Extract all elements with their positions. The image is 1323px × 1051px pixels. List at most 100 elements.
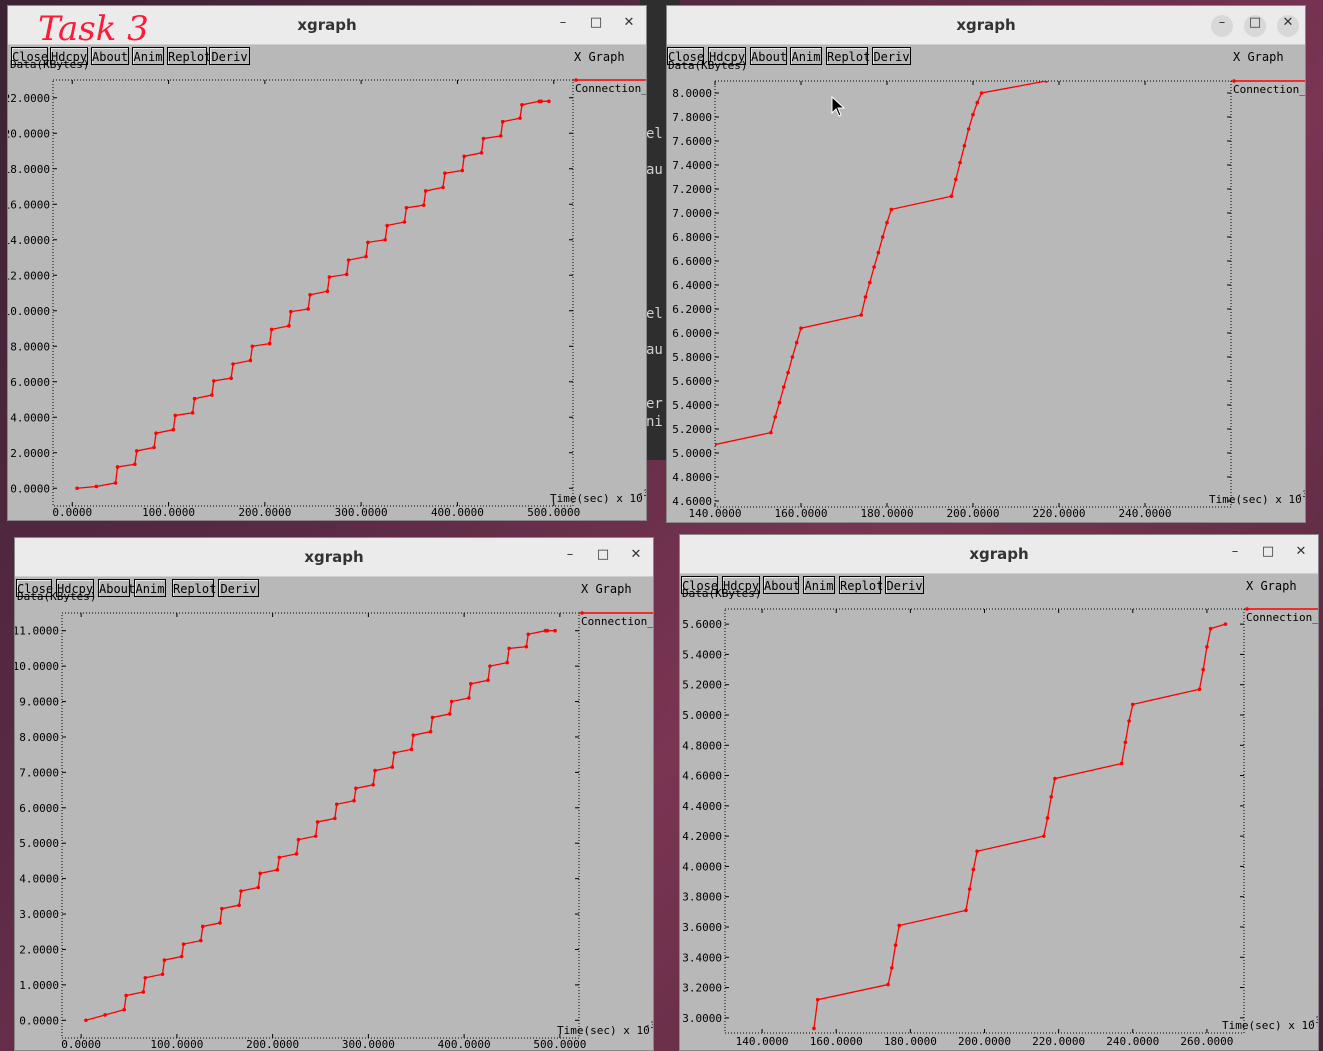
y-tick-label: 7.6000 <box>672 135 712 148</box>
data-point <box>248 358 253 363</box>
y-tick-label: 6.0000 <box>672 327 712 340</box>
data-point <box>402 220 407 224</box>
y-tick-label: 2.0000 <box>10 447 50 460</box>
xgraph-window-3[interactable]: xgraph – □ ✕ Close Hdcpy About Anim Replot Deriv X… <box>14 537 654 1051</box>
data-point <box>1044 81 1048 83</box>
data-point <box>479 150 484 155</box>
data-point <box>179 954 184 959</box>
x-tick-label: 180.0000 <box>884 1035 937 1048</box>
data-point <box>192 396 197 401</box>
data-point <box>954 177 958 182</box>
data-point <box>1208 626 1213 631</box>
data-point <box>352 798 356 803</box>
y-tick-label: 6.2000 <box>672 303 712 316</box>
data-point <box>524 644 529 649</box>
x-tick-label: 500.0000 <box>527 506 580 519</box>
data-point <box>190 411 195 415</box>
y-tick-label: 7.0000 <box>19 766 59 779</box>
data-point <box>411 733 416 737</box>
data-point <box>1223 622 1228 626</box>
data-point <box>239 889 243 893</box>
data-point <box>152 445 156 450</box>
data-point <box>220 906 224 911</box>
data-point <box>289 309 293 314</box>
data-point <box>859 313 863 317</box>
data-point <box>790 355 795 359</box>
x-tick-label: 240.0000 <box>1106 1035 1159 1048</box>
y-tick-label: 0.0000 <box>10 482 50 495</box>
data-point <box>210 393 214 397</box>
data-point <box>173 413 178 418</box>
y-tick-label: 5.2000 <box>682 679 722 692</box>
data-point <box>296 837 301 842</box>
y-axis-label: Data(KBytes) <box>668 59 747 72</box>
data-point <box>1053 776 1057 781</box>
data-point <box>447 712 452 716</box>
y-tick-label: 6.8000 <box>672 231 712 244</box>
y-tick-label: 4.2000 <box>682 830 722 843</box>
y-tick-label: 5.4000 <box>682 648 722 661</box>
x-tick-label: 300.0000 <box>342 1038 395 1051</box>
data-point <box>769 430 773 435</box>
data-point <box>404 206 409 210</box>
data-point <box>486 678 490 683</box>
xgraph-window-2[interactable]: xgraph – □ ✕ Close Hdcpy About Anim Replot Deriv X… <box>666 5 1306 523</box>
y-tick-label: 3.8000 <box>682 891 722 904</box>
series-line <box>85 630 556 1021</box>
data-point <box>218 921 222 925</box>
y-axis-label: Data(KBytes) <box>682 587 761 600</box>
x-axis-label-exponent: -3 <box>638 489 647 499</box>
xgraph-window-1[interactable]: xgraph – □ ✕ Close Hdcpy About Anim Replot Deriv X… <box>7 5 647 521</box>
y-tick-label: 3.0000 <box>19 908 59 921</box>
data-point <box>872 265 876 269</box>
data-point <box>1197 687 1202 692</box>
series-connection-1 <box>715 81 1048 447</box>
y-tick-label: 0.0000 <box>19 1014 59 1027</box>
xgraph-window-4[interactable]: xgraph – □ ✕ Close Hdcpy About Anim Replot Deriv X… <box>679 534 1319 1051</box>
data-point <box>313 834 318 838</box>
data-point <box>505 660 509 665</box>
data-point <box>786 370 790 375</box>
data-point <box>462 154 466 159</box>
data-point <box>553 628 557 633</box>
terminal-fragment: el <box>646 306 663 322</box>
x-tick-label: 0.0000 <box>52 506 92 519</box>
series-line <box>77 100 549 489</box>
data-point <box>334 802 339 807</box>
y-tick-label: 6.6000 <box>672 255 712 268</box>
graph-canvas: X Graph Data(KBytes) Connection_1 8.0000 7.8… <box>668 50 1305 520</box>
series-line <box>715 81 1047 446</box>
y-tick-label: 5.0000 <box>19 837 59 850</box>
x-tick-label: 200.0000 <box>958 1035 1011 1048</box>
data-point <box>200 924 205 929</box>
data-point <box>392 751 397 755</box>
y-tick-label: 14.0000 <box>8 234 50 247</box>
y-tick-label: 4.0000 <box>682 860 722 873</box>
data-point <box>1130 702 1135 707</box>
data-point <box>306 307 310 311</box>
graph-canvas: X Graph Data(KBytes) Connection_1 5.6000 5.4… <box>682 579 1318 1048</box>
x-tick-label: 100.0000 <box>150 1038 203 1051</box>
y-tick-label: 5.6000 <box>672 375 712 388</box>
x-tick-label: 200.0000 <box>246 1038 299 1051</box>
x-axis-label: Time(sec) x 10 <box>550 492 643 505</box>
series-connection-1 <box>812 622 1228 1031</box>
x-tick-label: 400.0000 <box>438 1038 491 1051</box>
data-point <box>383 237 388 242</box>
y-tick-label: 10.0000 <box>8 305 50 318</box>
data-point <box>773 415 777 419</box>
y-tick-label: 2.0000 <box>19 943 59 956</box>
data-point <box>547 99 551 104</box>
data-point <box>958 160 962 165</box>
y-axis-label: Data(KBytes) <box>17 590 96 603</box>
data-point <box>354 786 358 791</box>
data-point <box>421 203 426 207</box>
y-tick-label: 7.4000 <box>672 159 712 172</box>
y-tick-label: 3.4000 <box>682 951 722 964</box>
x-tick-label: 180.0000 <box>861 507 914 520</box>
y-tick-label: 3.2000 <box>682 982 722 995</box>
data-point <box>481 136 486 141</box>
data-point <box>1123 740 1128 745</box>
data-point <box>333 816 337 821</box>
data-point <box>863 295 868 299</box>
